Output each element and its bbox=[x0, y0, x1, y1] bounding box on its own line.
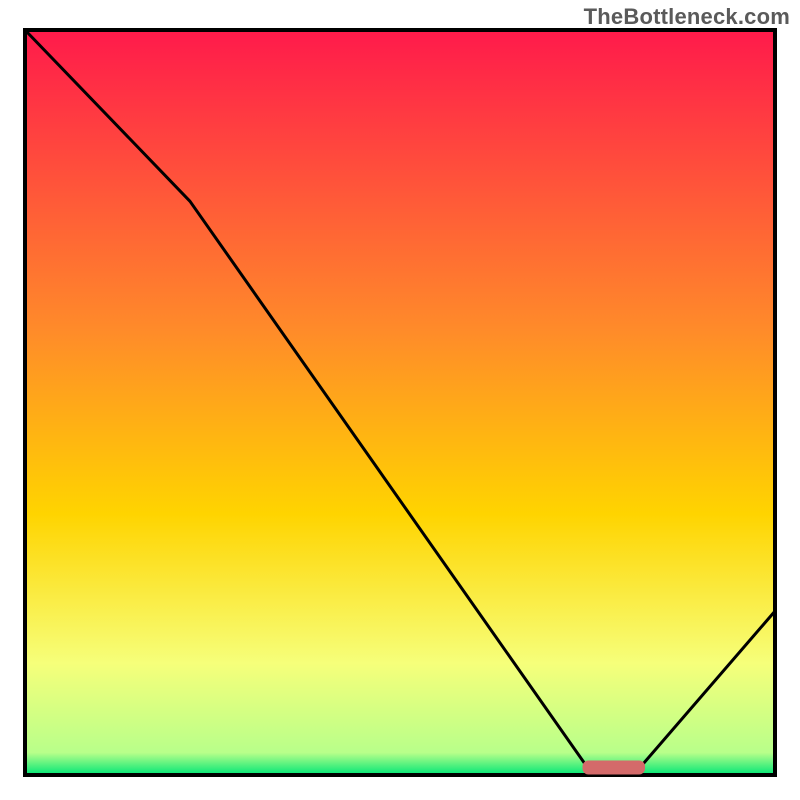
watermark-text: TheBottleneck.com bbox=[584, 4, 790, 30]
plot-background bbox=[25, 30, 775, 775]
optimal-range-marker bbox=[583, 761, 646, 775]
chart-container: TheBottleneck.com bbox=[0, 0, 800, 800]
plot-area bbox=[25, 30, 775, 775]
bottleneck-chart bbox=[0, 0, 800, 800]
